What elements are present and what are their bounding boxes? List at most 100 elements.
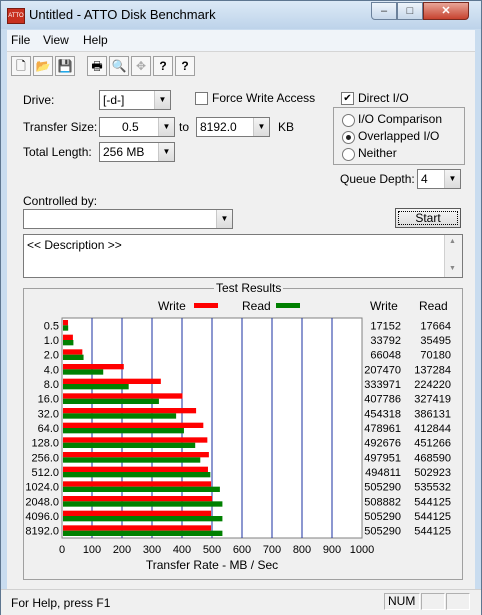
context-help-icon[interactable]: ? (175, 56, 195, 76)
read-value: 35495 (420, 335, 451, 347)
write-value: 207470 (364, 364, 401, 376)
read-bar (63, 472, 211, 478)
x-tick-label: 700 (263, 544, 281, 556)
menu-view[interactable]: View (43, 33, 69, 47)
read-value: 468590 (414, 452, 451, 464)
transfer-to-select[interactable]: 8192.0 ▼ (196, 117, 270, 137)
write-bar (63, 408, 197, 414)
write-value: 17152 (370, 320, 401, 332)
read-value: 224220 (414, 379, 451, 391)
queue-depth-select[interactable]: 4 ▼ (417, 169, 461, 189)
write-value: 505290 (364, 526, 401, 538)
total-length-label: Total Length: (23, 145, 92, 159)
menu-file[interactable]: File (11, 33, 30, 47)
minimize-button[interactable]: – (371, 2, 397, 20)
save-icon[interactable]: 💾 (55, 56, 75, 76)
print-icon[interactable]: 🖶 (87, 56, 107, 76)
x-tick-label: 200 (113, 544, 131, 556)
description-scrollbar[interactable]: ▲ ▼ (444, 235, 462, 277)
status-num-indicator: NUM (384, 593, 420, 610)
force-write-checkbox[interactable] (195, 92, 208, 105)
read-bar (63, 501, 223, 507)
neither-radio[interactable] (342, 148, 355, 161)
status-message: For Help, press F1 (11, 596, 111, 610)
app-icon[interactable]: ATTO (7, 8, 25, 24)
queue-depth-label: Queue Depth: (340, 172, 415, 186)
write-value: 494811 (365, 467, 401, 479)
help-icon[interactable]: ? (153, 56, 173, 76)
print-preview-icon[interactable]: 🔍 (109, 56, 129, 76)
read-value: 70180 (420, 350, 451, 362)
write-bar (63, 320, 69, 326)
category-label: 128.0 (31, 438, 59, 450)
overlapped-io-radio[interactable] (342, 131, 355, 144)
write-bar (63, 364, 124, 370)
drive-select[interactable]: [-d-] ▼ (99, 90, 171, 110)
read-bar (63, 384, 129, 390)
menu-bar: File View Help (7, 30, 475, 51)
read-bar (63, 486, 220, 492)
maximize-button[interactable]: □ (397, 2, 423, 20)
x-tick-label: 100 (83, 544, 101, 556)
scroll-up-icon[interactable]: ▲ (449, 238, 456, 245)
category-label: 256.0 (31, 452, 59, 464)
write-bar (63, 378, 161, 384)
controlled-by-label: Controlled by: (23, 194, 98, 208)
read-bar (63, 325, 69, 331)
write-value: 492676 (364, 438, 401, 450)
category-label: 32.0 (38, 408, 59, 420)
write-bar (63, 437, 208, 443)
x-tick-label: 600 (233, 544, 251, 556)
chevron-down-icon: ▼ (444, 170, 460, 188)
total-length-value: 256 MB (103, 145, 145, 159)
write-bar (63, 510, 212, 516)
category-label: 0.5 (44, 320, 59, 332)
write-value: 497951 (364, 452, 401, 464)
close-button[interactable]: ✕ (423, 2, 469, 20)
overlapped-io-label: Overlapped I/O (358, 129, 440, 143)
x-tick-label: 400 (173, 544, 191, 556)
read-value: 544125 (414, 526, 451, 538)
chevron-down-icon: ▼ (158, 143, 174, 161)
description-text: << Description >> (27, 238, 122, 252)
category-label: 2.0 (44, 350, 59, 362)
read-bar (63, 354, 84, 360)
read-value: 137284 (414, 364, 451, 376)
client-area: Drive: [-d-] ▼ Force Write Access ✔ Dire… (7, 80, 475, 589)
title-bar[interactable]: ATTO Untitled - ATTO Disk Benchmark – □ … (1, 1, 481, 29)
open-folder-icon[interactable]: 📂 (33, 56, 53, 76)
direct-io-label: Direct I/O (358, 91, 409, 105)
x-tick-label: 900 (323, 544, 341, 556)
read-value: 535532 (414, 482, 451, 494)
direct-io-checkbox[interactable]: ✔ (341, 92, 354, 105)
chevron-down-icon: ▼ (158, 118, 174, 136)
kb-label: KB (278, 120, 295, 134)
read-value: 17664 (420, 320, 451, 332)
read-value: 327419 (414, 394, 451, 406)
toolbar: 🗋 📂 💾 🖶 🔍 ✥ ? ? (7, 51, 475, 80)
category-label: 16.0 (38, 394, 59, 406)
controlled-by-select[interactable]: ▼ (23, 209, 233, 229)
write-bar (63, 349, 83, 355)
main-window: ATTO Untitled - ATTO Disk Benchmark – □ … (0, 0, 482, 615)
neither-label: Neither (358, 146, 397, 160)
x-tick-label: 300 (143, 544, 161, 556)
menu-help[interactable]: Help (83, 33, 108, 47)
read-value: 451266 (414, 438, 451, 450)
write-bar (63, 496, 213, 502)
write-bar (63, 422, 204, 428)
read-bar (63, 516, 223, 522)
category-label: 8192.0 (25, 526, 59, 538)
description-box[interactable]: << Description >> ▲ ▼ (23, 234, 463, 278)
write-bar (63, 481, 212, 487)
io-comparison-radio[interactable] (342, 114, 355, 127)
new-file-icon[interactable]: 🗋 (11, 56, 31, 76)
write-value: 33792 (370, 335, 401, 347)
total-length-select[interactable]: 256 MB ▼ (99, 142, 175, 162)
move-icon[interactable]: ✥ (131, 56, 151, 76)
start-button[interactable]: Start (395, 208, 461, 228)
write-bar (63, 334, 73, 340)
write-bar (63, 452, 209, 458)
scroll-down-icon[interactable]: ▼ (449, 265, 456, 272)
transfer-from-select[interactable]: 0.5 ▼ (99, 117, 175, 137)
